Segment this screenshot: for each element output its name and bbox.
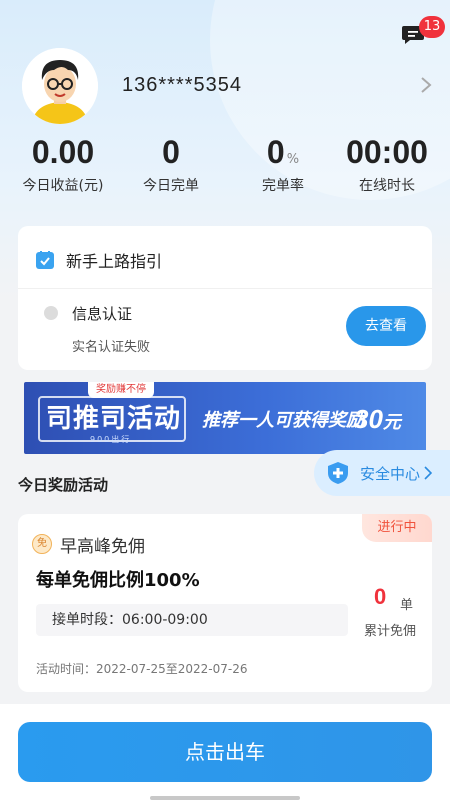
stat-label: 在线时长 <box>359 178 415 194</box>
divider <box>18 288 432 289</box>
free-order-label: 累计免佣 <box>364 624 417 639</box>
banner-amount-unit: 元 <box>382 412 401 432</box>
avatar[interactable] <box>22 48 98 124</box>
chevron-right-icon <box>424 466 433 480</box>
stat-value: 0 <box>266 134 285 170</box>
free-order-unit: 单 <box>400 598 414 613</box>
order-period: 接单时段：06:00-09:00 <box>36 604 348 636</box>
verification-status: 实名认证失败 <box>72 340 151 355</box>
verification-title: 信息认证 <box>72 305 133 323</box>
home-indicator[interactable] <box>150 796 300 800</box>
checklist-icon <box>36 251 54 269</box>
stats-row: 0.00 今日收益(元) 0 今日完单 0% 完单率 00:00 在线时长 <box>0 134 450 204</box>
activity-time: 活动时间：2022-07-25至2022-07-26 <box>36 662 248 676</box>
section-title: 今日奖励活动 <box>18 476 109 494</box>
activity-card[interactable]: 进行中 免 早高峰免佣 每单免佣比例100% 接单时段：06:00-09:00 … <box>18 514 432 692</box>
stat-completion-rate: 0% 完单率 <box>228 134 338 195</box>
stat-value: 0 <box>162 134 180 170</box>
activity-name: 早高峰免佣 <box>60 537 145 557</box>
banner-headline: 司推司活动 <box>46 404 182 434</box>
go-online-button[interactable]: 点击出车 <box>18 722 432 782</box>
safety-center-label: 安全中心 <box>360 464 421 483</box>
free-order-count: 0 <box>374 584 387 609</box>
guide-title: 新手上路指引 <box>66 252 163 271</box>
safety-center-button[interactable]: 安全中心 <box>314 450 450 496</box>
stat-orders: 0 今日完单 <box>116 134 226 195</box>
stat-label: 今日收益(元) <box>22 178 104 194</box>
guide-card: 新手上路指引 信息认证 实名认证失败 去查看 <box>18 226 432 370</box>
stat-online-time: 00:00 在线时长 <box>332 134 442 195</box>
stat-label: 完单率 <box>262 178 304 194</box>
banner-slogan: 推荐一人可获得奖励 <box>202 410 364 431</box>
bottom-bar: 点击出车 <box>0 704 450 800</box>
shield-icon <box>328 462 348 484</box>
banner-amount-value: 30 <box>354 404 383 434</box>
banner-amount: 30元 <box>354 404 401 435</box>
avatar-illustration <box>22 48 98 124</box>
guide-title-row[interactable]: 新手上路指引 <box>36 248 162 272</box>
status-badge: 进行中 <box>362 514 432 542</box>
free-commission-icon: 免 <box>32 534 52 554</box>
phone-number: 136****5354 <box>122 74 242 96</box>
stat-value: 00:00 <box>346 134 428 170</box>
message-badge: 13 <box>419 16 445 38</box>
status-dot <box>44 306 58 320</box>
view-button[interactable]: 去查看 <box>346 306 426 346</box>
stat-value: 0.00 <box>31 134 95 170</box>
banner-subtext: 900出行 <box>90 435 132 444</box>
activity-description: 每单免佣比例100% <box>36 570 200 591</box>
stat-label: 今日完单 <box>143 178 199 194</box>
stat-unit: % <box>286 152 300 167</box>
referral-banner[interactable]: 奖励赚不停 司推司活动 900出行 推荐一人可获得奖励 30元 <box>24 382 426 454</box>
chevron-right-icon[interactable] <box>420 76 432 94</box>
stat-income: 0.00 今日收益(元) <box>8 134 118 195</box>
